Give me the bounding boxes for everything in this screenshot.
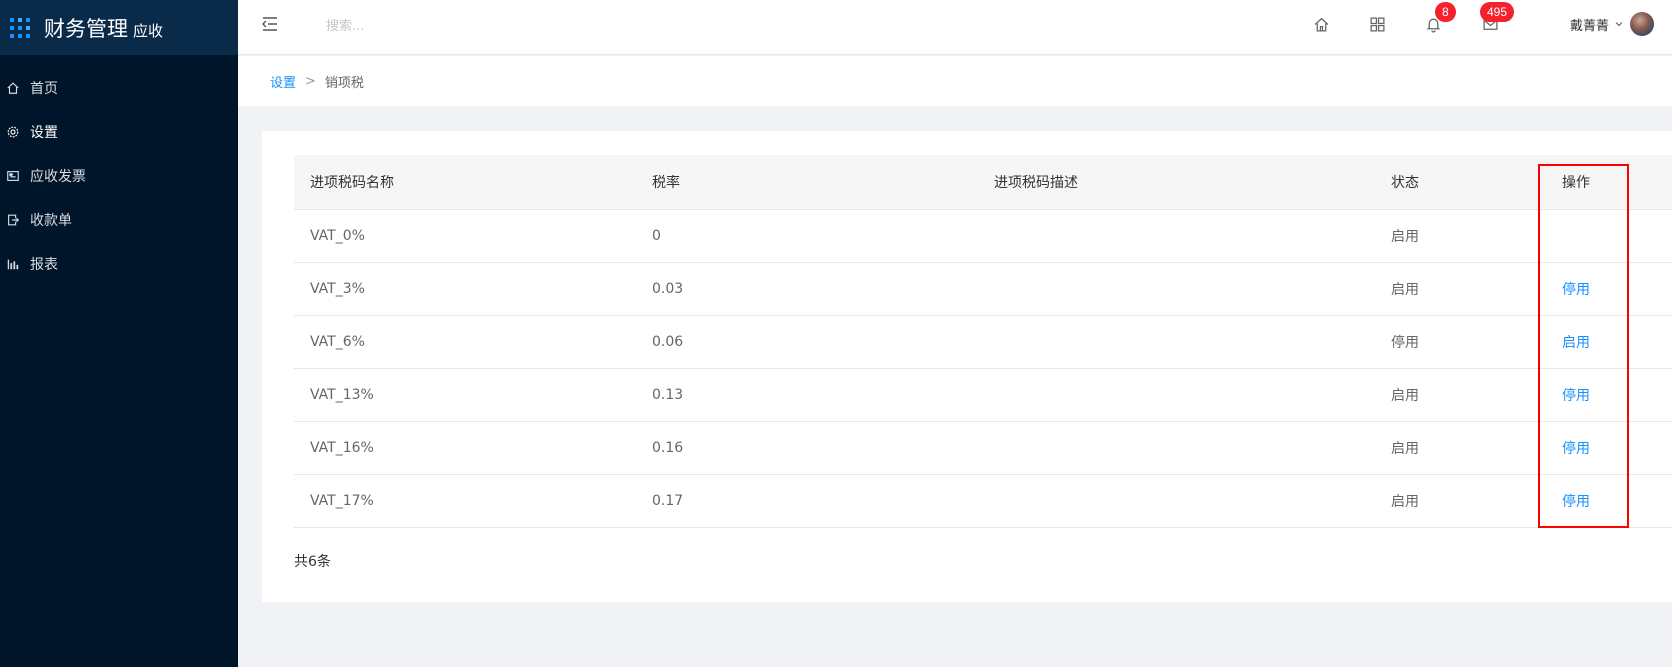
apps-grid-icon[interactable] <box>10 17 30 38</box>
sidebar-item-label: 报表 <box>30 257 58 273</box>
cell-name: VAT_17% <box>294 474 636 528</box>
cell-rate: 0.13 <box>636 368 978 422</box>
user-name: 戴菁菁 <box>1569 18 1609 34</box>
menu-collapse-icon[interactable] <box>260 14 280 34</box>
breadcrumb-separator: > <box>305 73 316 89</box>
cell-description <box>978 209 1375 263</box>
sidebar-item-reports[interactable]: 报表 <box>0 242 238 286</box>
tax-code-table: 进项税码名称 税率 进项税码描述 状态 操作 VAT_0% 0 启用 VAT_3… <box>294 155 1672 528</box>
cell-action: 停用 <box>1546 474 1672 528</box>
table-row: VAT_17% 0.17 启用 停用 <box>294 474 1672 528</box>
cell-description <box>978 368 1375 422</box>
column-header-rate: 税率 <box>636 155 978 210</box>
cell-action: 停用 <box>1546 368 1672 422</box>
invoice-icon <box>6 169 20 183</box>
home-icon[interactable] <box>1311 14 1331 34</box>
user-menu[interactable]: 戴菁菁 <box>1570 12 1654 36</box>
breadcrumb-current: 销项税 <box>324 75 364 91</box>
top-header: 8 495 戴菁菁 <box>238 0 1672 55</box>
mail-icon[interactable]: 495 <box>1480 2 1515 34</box>
table-row: VAT_3% 0.03 启用 停用 <box>294 262 1672 316</box>
cell-status: 启用 <box>1375 209 1546 263</box>
toggle-status-link[interactable]: 停用 <box>1562 441 1590 457</box>
cell-action: 停用 <box>1546 421 1672 475</box>
cell-action: 启用 <box>1546 315 1672 369</box>
chevron-down-icon <box>1615 22 1623 27</box>
cell-rate: 0.16 <box>636 421 978 475</box>
column-header-actions: 操作 <box>1546 155 1672 210</box>
table-row: VAT_16% 0.16 启用 停用 <box>294 421 1672 475</box>
gear-icon <box>6 125 20 139</box>
cell-name: VAT_0% <box>294 209 636 263</box>
sidebar-item-receipts[interactable]: 收款单 <box>0 198 238 242</box>
cell-rate: 0 <box>636 209 978 263</box>
table-header-row: 进项税码名称 税率 进项税码描述 状态 操作 <box>294 155 1672 210</box>
column-header-status: 状态 <box>1375 155 1546 210</box>
apps-icon[interactable] <box>1367 14 1387 34</box>
cell-status: 启用 <box>1375 421 1546 475</box>
avatar[interactable] <box>1630 12 1654 36</box>
bar-chart-icon <box>6 257 20 271</box>
sidebar: 财务管理 应收 首页 设置 应收发票 收款单 报表 <box>0 0 238 667</box>
sidebar-menu: 首页 设置 应收发票 收款单 报表 <box>0 55 238 286</box>
total-count: 共6条 <box>294 554 331 570</box>
home-icon <box>6 81 20 95</box>
cell-description <box>978 315 1375 369</box>
sidebar-item-label: 收款单 <box>30 213 72 229</box>
breadcrumb-settings-link[interactable]: 设置 <box>270 72 296 91</box>
sidebar-item-invoices[interactable]: 应收发票 <box>0 154 238 198</box>
cell-status: 启用 <box>1375 368 1546 422</box>
sidebar-item-settings[interactable]: 设置 <box>0 110 238 154</box>
cell-status: 启用 <box>1375 474 1546 528</box>
column-header-name: 进项税码名称 <box>294 155 636 210</box>
table-row: VAT_0% 0 启用 <box>294 209 1672 263</box>
cell-status: 启用 <box>1375 262 1546 316</box>
cell-name: VAT_6% <box>294 315 636 369</box>
table-row: VAT_13% 0.13 启用 停用 <box>294 368 1672 422</box>
cell-name: VAT_13% <box>294 368 636 422</box>
sidebar-header: 财务管理 应收 <box>0 0 238 55</box>
message-badge: 495 <box>1480 2 1515 22</box>
sidebar-item-label: 首页 <box>30 81 58 97</box>
table-row: VAT_6% 0.06 停用 启用 <box>294 315 1672 369</box>
receipt-icon <box>6 213 20 227</box>
search-input[interactable] <box>326 14 526 38</box>
toggle-status-link[interactable]: 停用 <box>1562 282 1590 298</box>
breadcrumb: 设置 > 销项税 <box>238 56 1672 106</box>
notification-badge: 8 <box>1435 2 1456 22</box>
cell-name: VAT_16% <box>294 421 636 475</box>
cell-description <box>978 421 1375 475</box>
toggle-status-link[interactable]: 启用 <box>1562 335 1590 351</box>
content-card: 进项税码名称 税率 进项税码描述 状态 操作 VAT_0% 0 启用 VAT_3… <box>262 131 1672 602</box>
cell-action: 停用 <box>1546 262 1672 316</box>
cell-action <box>1546 209 1672 263</box>
toggle-status-link[interactable]: 停用 <box>1562 388 1590 404</box>
cell-name: VAT_3% <box>294 262 636 316</box>
bell-icon[interactable]: 8 <box>1423 2 1456 34</box>
app-title: 财务管理 <box>44 16 128 41</box>
cell-description <box>978 262 1375 316</box>
app-subtitle: 应收 <box>133 22 164 40</box>
column-header-description: 进项税码描述 <box>978 155 1375 210</box>
cell-status: 停用 <box>1375 315 1546 369</box>
sidebar-item-label: 设置 <box>30 125 58 141</box>
sidebar-item-label: 应收发票 <box>30 169 86 185</box>
cell-rate: 0.17 <box>636 474 978 528</box>
cell-rate: 0.03 <box>636 262 978 316</box>
cell-description <box>978 474 1375 528</box>
cell-rate: 0.06 <box>636 315 978 369</box>
sidebar-item-home[interactable]: 首页 <box>0 66 238 110</box>
toggle-status-link[interactable]: 停用 <box>1562 494 1590 510</box>
